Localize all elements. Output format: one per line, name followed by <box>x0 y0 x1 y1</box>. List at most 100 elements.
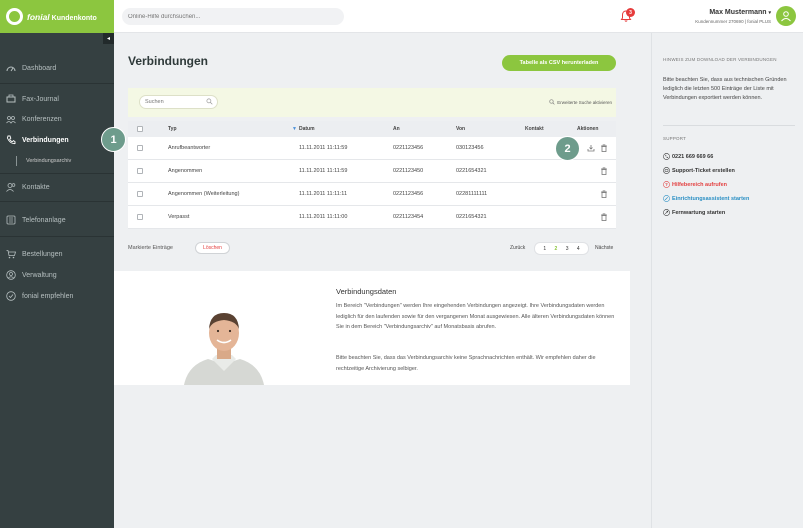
pagination: 1 2 3 4 <box>534 242 589 255</box>
table-row[interactable]: Angenommen (Weiterleitung) 11.11.2011 11… <box>128 183 616 206</box>
sidebar-item-fax-journal[interactable]: Fax-Journal <box>6 94 59 104</box>
sidebar-divider <box>0 201 114 202</box>
support-item-label: Einrichtungsassistent starten <box>672 195 750 202</box>
delete-selected-button[interactable]: Löschen <box>195 242 230 254</box>
cell-an: 0221123454 <box>393 214 424 220</box>
support-item-label: Support-Ticket erstellen <box>672 167 735 174</box>
cell-typ: Angenommen <box>168 168 203 174</box>
user-icon <box>6 270 16 280</box>
page-3[interactable]: 3 <box>566 246 569 252</box>
brand-logo[interactable]: fonial Kundenkonto <box>0 0 114 33</box>
csv-download-button[interactable]: Tabelle als CSV herunterladen <box>502 55 616 71</box>
brand-subtitle: Kundenkonto <box>51 14 97 22</box>
column-header-typ[interactable]: Typ <box>168 121 177 137</box>
column-header-aktionen: Aktionen <box>577 126 599 132</box>
recommend-icon <box>6 291 16 301</box>
connections-table: Typ ▼ Datum An Von Kontakt Aktionen Anruf… <box>128 121 616 229</box>
phone-system-icon <box>6 215 16 225</box>
cell-datum: 11.11.2011 11:11:59 <box>299 145 348 151</box>
sidebar-divider <box>0 83 114 84</box>
help-search-input[interactable] <box>122 8 344 25</box>
advanced-search-label: Erweiterte Suche aktivieren <box>557 99 612 105</box>
cell-typ: Angenommen (Weiterleitung) <box>168 191 240 197</box>
brand-name: fonial <box>27 11 50 22</box>
row-checkbox[interactable] <box>137 214 143 220</box>
sidebar-divider <box>0 236 114 237</box>
sort-desc-icon: ▼ <box>292 126 297 132</box>
cell-von: 02281111111 <box>456 191 488 197</box>
info-title: Verbindungsdaten <box>336 287 397 296</box>
cell-an: 0221123450 <box>393 168 424 174</box>
sidebar-item-fonial-empfehlen[interactable]: fonial empfehlen <box>6 291 73 301</box>
column-header-kontakt[interactable]: Kontakt <box>525 121 544 137</box>
sidebar: ◂ Dashboard Fax-Journal Konferenzen Verb… <box>0 33 114 528</box>
sidebar-item-bestellungen[interactable]: Bestellungen <box>6 249 62 259</box>
download-hint-heading: HINWEIS ZUM DOWNLOAD DER VERBINDUNGEN <box>663 57 777 62</box>
help-area-link[interactable]: ? Hilfebereich aufrufen <box>663 181 727 188</box>
cell-datum: 11.11.2011 11:11:59 <box>299 168 348 174</box>
sidebar-item-label: Bestellungen <box>22 250 63 258</box>
svg-text:?: ? <box>665 182 668 187</box>
trash-icon[interactable] <box>600 190 608 198</box>
trash-icon[interactable] <box>600 167 608 175</box>
table-row[interactable]: Anrufbeantworter 11.11.2011 11:11:59 022… <box>128 137 616 160</box>
pagination-next[interactable]: Nächste <box>595 245 613 251</box>
support-item-label: 0221 669 669 66 <box>672 153 714 160</box>
avatar[interactable] <box>776 6 796 26</box>
annotation-marker-1: 1 <box>101 127 126 152</box>
cart-icon <box>6 250 16 259</box>
sidebar-item-kontakte[interactable]: Kontakte <box>6 182 50 192</box>
ticket-icon <box>663 167 670 174</box>
support-ticket-link[interactable]: Support-Ticket erstellen <box>663 167 735 174</box>
sidebar-item-telefonanlage[interactable]: Telefonanlage <box>6 215 66 225</box>
info-paragraph: Bitte beachten Sie, dass das Verbindungs… <box>336 355 596 372</box>
sidebar-item-verwaltung[interactable]: Verwaltung <box>6 270 57 280</box>
cell-typ: Anrufbeantworter <box>168 145 211 151</box>
trash-icon[interactable] <box>600 213 608 221</box>
support-item-label: Fernwartung starten <box>672 209 726 216</box>
select-all-checkbox[interactable] <box>137 126 143 132</box>
search-icon[interactable] <box>206 98 213 105</box>
sidebar-item-label: Fax-Journal <box>22 95 59 103</box>
collapse-sidebar-button[interactable]: ◂ <box>103 33 114 44</box>
page-1[interactable]: 1 <box>543 246 546 252</box>
column-header-label: Datum <box>298 126 315 132</box>
sidebar-item-label: fonial empfehlen <box>22 292 74 300</box>
fonial-logo-icon <box>6 8 23 25</box>
pagination-back[interactable]: Zurück <box>510 245 525 251</box>
page-4[interactable]: 4 <box>577 246 580 252</box>
cell-datum: 11.11.2011 11:11:00 <box>299 214 348 220</box>
row-checkbox[interactable] <box>137 145 143 151</box>
column-header-datum[interactable]: ▼ Datum <box>292 121 315 137</box>
user-menu[interactable]: Max Mustermann ▾ <box>709 9 771 16</box>
column-header-von[interactable]: Von <box>456 121 465 137</box>
download-icon[interactable] <box>587 144 595 152</box>
table-row[interactable]: Angenommen 11.11.2011 11:11:59 022112345… <box>128 160 616 183</box>
advanced-search-link[interactable]: Erweiterte Suche aktivieren <box>549 99 612 105</box>
row-checkbox[interactable] <box>137 191 143 197</box>
sidebar-item-label: Konferenzen <box>22 115 62 123</box>
cell-von: 030123456 <box>456 145 484 151</box>
sidebar-item-konferenzen[interactable]: Konferenzen <box>6 114 62 124</box>
setup-wizard-link[interactable]: Einrichtungsassistent starten <box>663 195 749 202</box>
user-avatar-icon <box>781 11 791 22</box>
column-header-an[interactable]: An <box>393 121 400 137</box>
cell-an: 0221123456 <box>393 191 424 197</box>
sidebar-divider <box>0 173 114 174</box>
cell-von: 0221654321 <box>456 168 487 174</box>
sidebar-item-dashboard[interactable]: Dashboard <box>6 63 56 73</box>
row-checkbox[interactable] <box>137 168 143 174</box>
remote-maintenance-link[interactable]: Fernwartung starten <box>663 209 725 216</box>
chevron-down-icon: ▾ <box>768 10 771 16</box>
table-row[interactable]: Verpasst 11.11.2011 11:11:00 0221123454 … <box>128 206 616 229</box>
page-2-current[interactable]: 2 <box>555 246 558 252</box>
right-panel: HINWEIS ZUM DOWNLOAD DER VERBINDUNGEN Bi… <box>651 33 803 528</box>
page-title: Verbindungen <box>128 54 209 68</box>
chevron-left-icon: ◂ <box>106 36 110 42</box>
sidebar-subitem-verbindungsarchiv[interactable]: Verbindungsarchiv <box>16 156 71 166</box>
support-phone[interactable]: 0221 669 669 66 <box>663 153 713 160</box>
trash-icon[interactable] <box>600 144 608 152</box>
cell-von: 0221654321 <box>456 214 487 220</box>
sidebar-item-verbindungen[interactable]: Verbindungen <box>6 135 69 145</box>
phone-icon <box>6 135 16 145</box>
